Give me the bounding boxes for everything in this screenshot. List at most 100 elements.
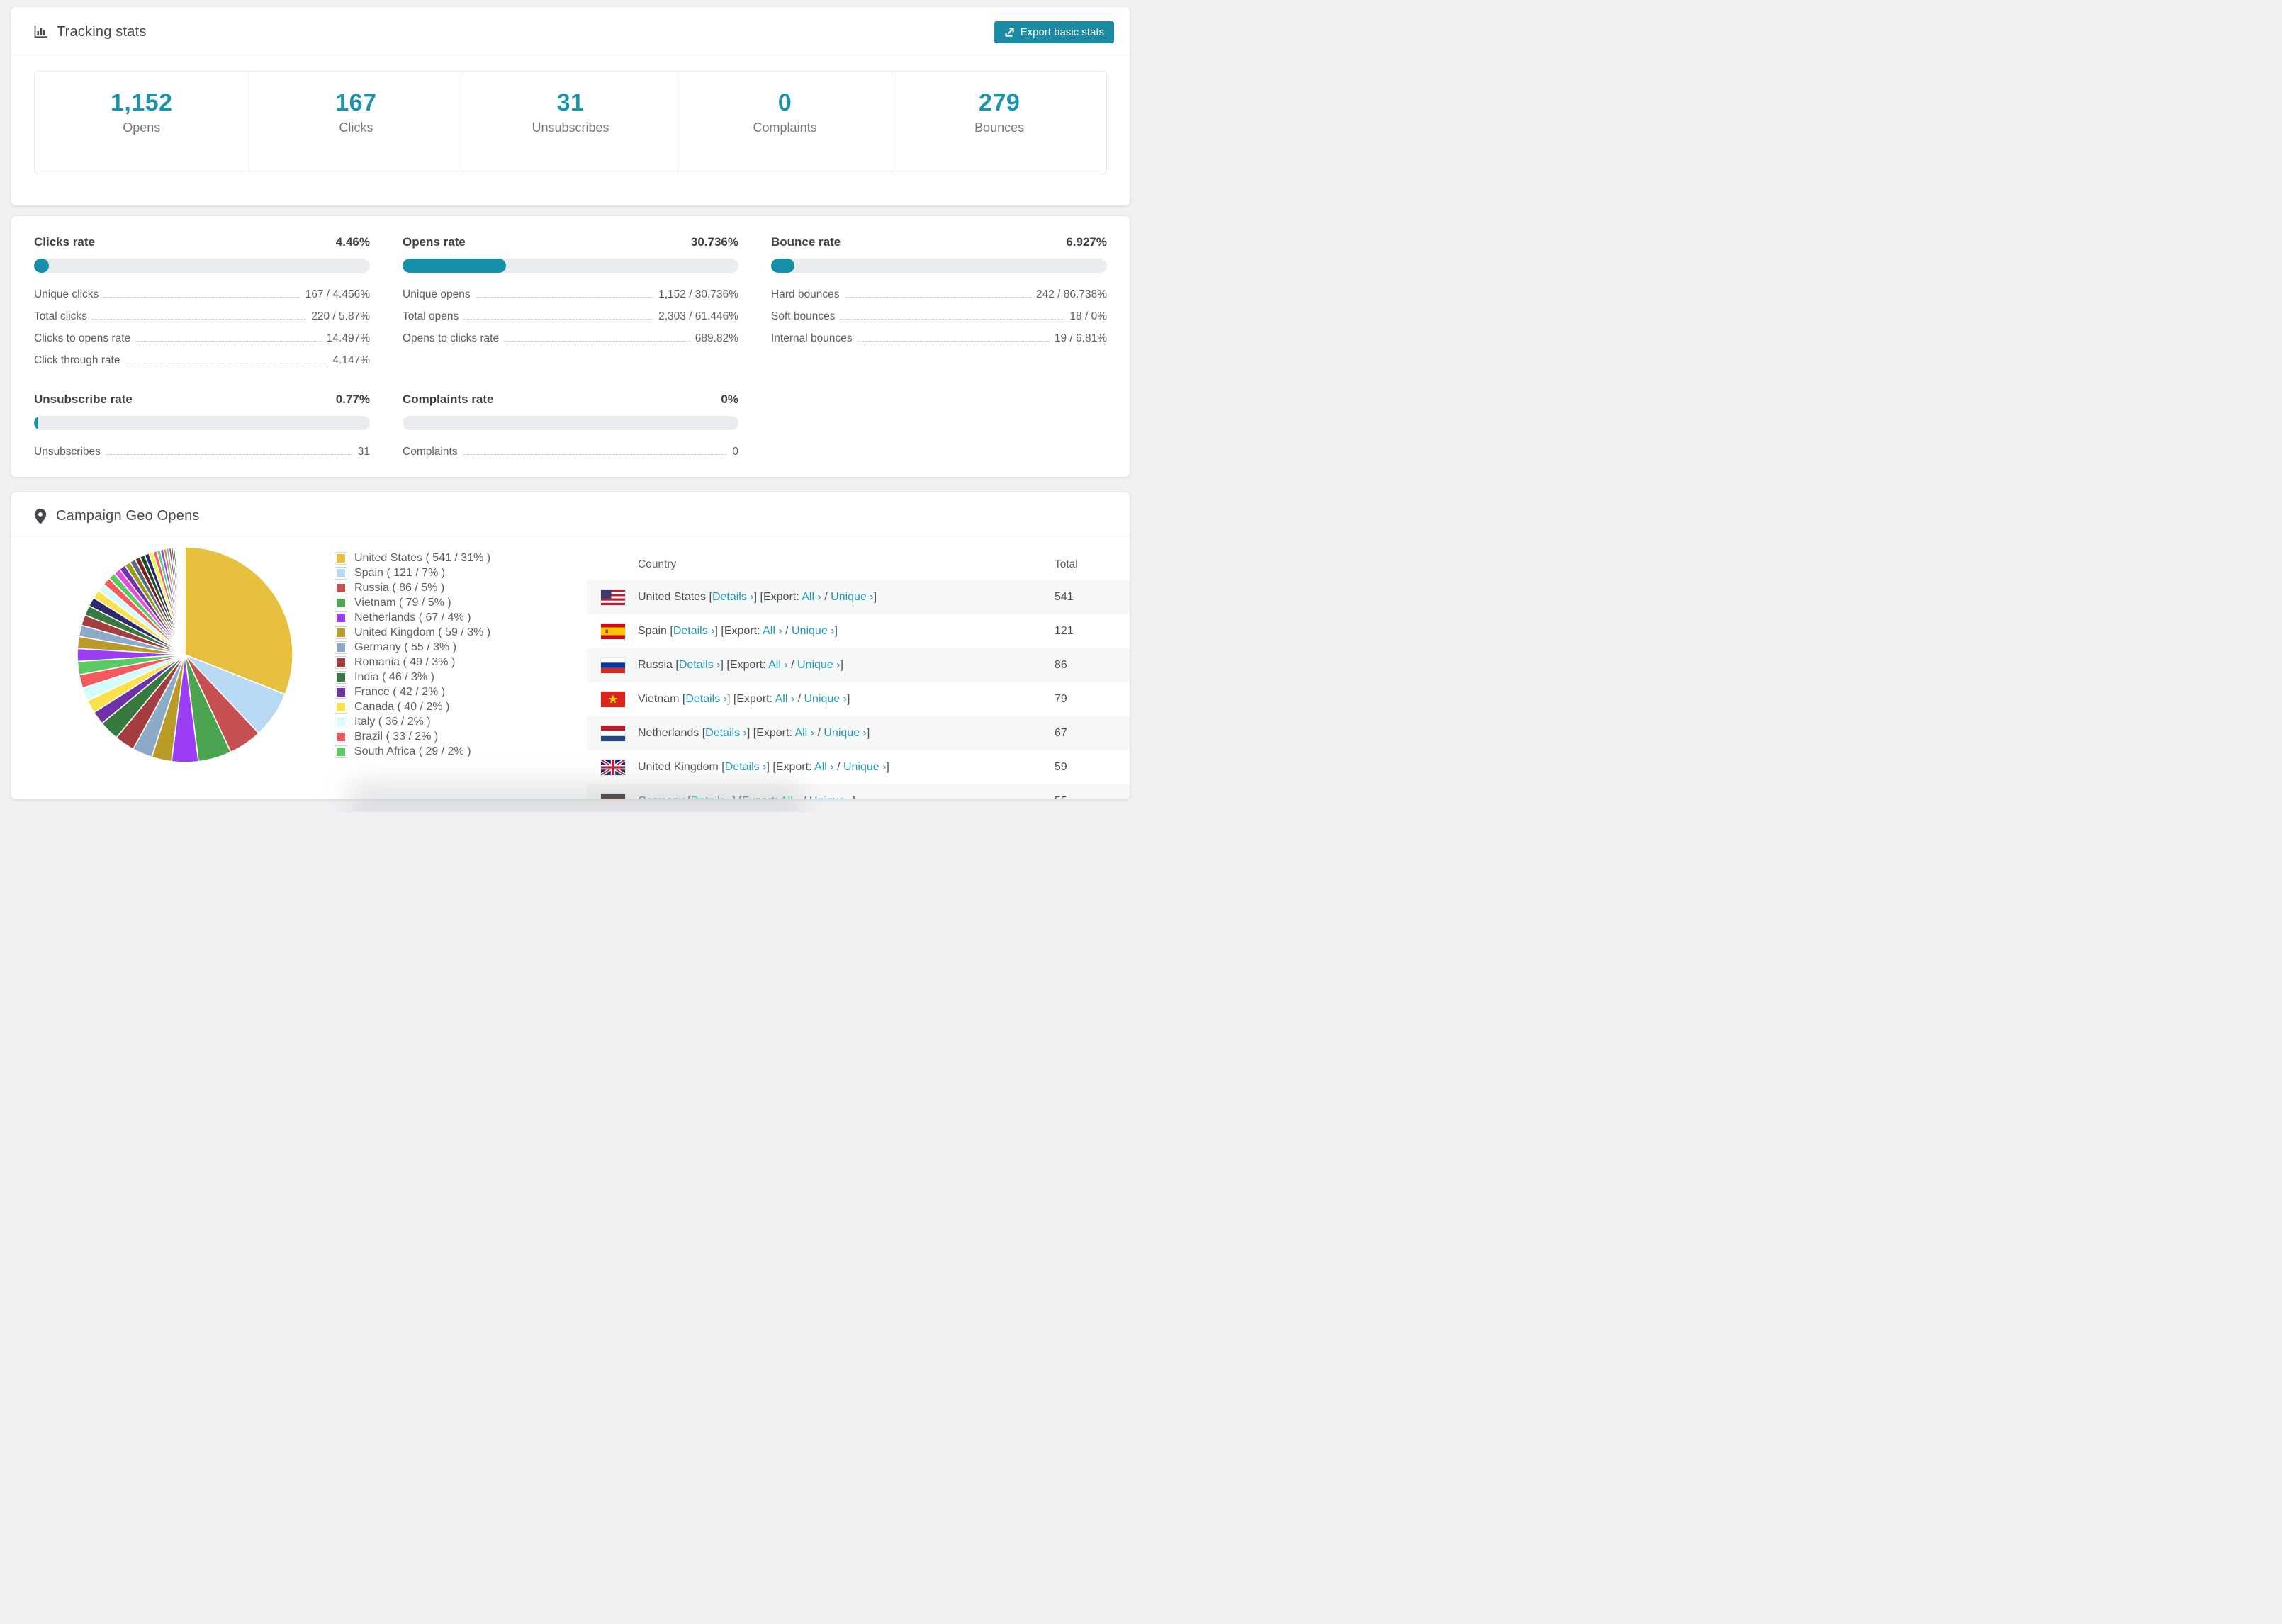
- rate-row-value: 167 / 4.456%: [305, 288, 370, 300]
- rate-row-total-opens: Total opens 2,303 / 61.446%: [403, 305, 738, 327]
- legend-item-france[interactable]: France ( 42 / 2% ): [335, 684, 490, 699]
- legend-item-united-states[interactable]: United States ( 541 / 31% ): [335, 551, 490, 565]
- bracket: ]: [886, 761, 889, 773]
- geo-row-total: 67: [1055, 727, 1067, 739]
- geo-row-country-cell: United States [Details ›] [Export: All ›…: [638, 591, 1055, 604]
- legend-swatch: [335, 730, 347, 743]
- rate-rows: Hard bounces 242 / 86.738% Soft bounces 18 …: [771, 283, 1107, 349]
- legend-swatch: [335, 700, 347, 714]
- bracket: ]: [873, 591, 877, 603]
- legend-label: Spain ( 121 / 7% ): [354, 566, 446, 579]
- geo-table-col-country: Country: [638, 558, 677, 570]
- details-link[interactable]: Details ›: [705, 727, 747, 739]
- legend-label: Canada ( 40 / 2% ): [354, 700, 450, 713]
- rate-block-header: Clicks rate 4.46%: [34, 235, 370, 249]
- legend-label: India ( 46 / 3% ): [354, 670, 434, 683]
- geo-row-country-cell: Russia [Details ›] [Export: All › / Uniq…: [638, 659, 1055, 672]
- legend-swatch: [335, 685, 347, 699]
- geo-table-row-netherlands: Netherlands [Details ›] [Export: All › /…: [587, 716, 1130, 750]
- slash: /: [814, 727, 824, 739]
- export-all-link[interactable]: All ›: [814, 761, 834, 773]
- dotted-leader: [105, 453, 353, 455]
- legend-swatch: [335, 641, 347, 654]
- geo-title-text: Campaign Geo Opens: [56, 508, 200, 524]
- rate-block-title: Bounce rate: [771, 235, 841, 249]
- geo-pie-chart[interactable]: [72, 542, 298, 767]
- rates-card: Clicks rate 4.46% Unique clicks 167 / 4.456…: [11, 216, 1130, 477]
- export-all-link[interactable]: All ›: [775, 693, 795, 705]
- legend-item-spain[interactable]: Spain ( 121 / 7% ): [335, 565, 490, 580]
- legend-item-germany[interactable]: Germany ( 55 / 3% ): [335, 640, 490, 655]
- country-name: Netherlands: [638, 727, 702, 739]
- export-unique-link[interactable]: Unique ›: [831, 591, 873, 603]
- details-link[interactable]: Details ›: [679, 659, 721, 671]
- stat-label-clicks: Clicks: [339, 120, 373, 135]
- export-unique-link[interactable]: Unique ›: [843, 761, 886, 773]
- stat-unsubscribes: 31 Unsubscribes: [463, 72, 678, 174]
- legend-swatch: [335, 551, 347, 565]
- export-all-link[interactable]: All ›: [802, 591, 821, 603]
- geo-row-country-cell: Netherlands [Details ›] [Export: All › /…: [638, 727, 1055, 740]
- stat-bounces: 279 Bounces: [892, 72, 1106, 174]
- export-unique-link[interactable]: Unique ›: [797, 659, 840, 671]
- details-link[interactable]: Details ›: [712, 591, 754, 603]
- rate-block-value: 0.77%: [335, 393, 370, 406]
- stat-value-unsubscribes: 31: [556, 89, 585, 116]
- export-prefix: Export:: [763, 591, 802, 603]
- legend-item-india[interactable]: India ( 46 / 3% ): [335, 670, 490, 684]
- progress-bar-unsubscribe-rate: [34, 416, 370, 430]
- export-prefix: Export:: [756, 727, 795, 739]
- country-name: United Kingdom: [638, 761, 722, 773]
- rate-row-total-clicks: Total clicks 220 / 5.87%: [34, 305, 370, 327]
- country-name: Spain: [638, 625, 670, 637]
- legend-item-brazil[interactable]: Brazil ( 33 / 2% ): [335, 729, 490, 744]
- details-link[interactable]: Details ›: [673, 625, 715, 637]
- rate-row-label: Soft bounces: [771, 310, 836, 322]
- legend-label: Brazil ( 33 / 2% ): [354, 730, 439, 743]
- geo-row-total: 541: [1055, 591, 1074, 603]
- rate-block-value: 0%: [721, 393, 738, 406]
- rate-block-title: Clicks rate: [34, 235, 95, 249]
- rate-row-label: Complaints: [403, 445, 458, 458]
- export-all-link[interactable]: All ›: [763, 625, 782, 637]
- legend-label: Germany ( 55 / 3% ): [354, 641, 457, 653]
- legend-swatch: [335, 745, 347, 758]
- legend-item-russia[interactable]: Russia ( 86 / 5% ): [335, 580, 490, 595]
- legend-item-romania[interactable]: Romania ( 49 / 3% ): [335, 655, 490, 670]
- geo-table: Country Total United States [Details ›] …: [587, 549, 1130, 799]
- legend-item-south-africa[interactable]: South Africa ( 29 / 2% ): [335, 744, 490, 759]
- export-unique-link[interactable]: Unique ›: [804, 693, 847, 705]
- export-basic-stats-button[interactable]: Export basic stats: [994, 21, 1114, 43]
- dotted-leader: [103, 296, 300, 298]
- geo-table-rows: United States [Details ›] [Export: All ›…: [587, 580, 1130, 799]
- details-link[interactable]: Details ›: [685, 693, 727, 705]
- details-link[interactable]: Details ›: [725, 761, 767, 773]
- export-unique-link[interactable]: Unique ›: [824, 727, 866, 739]
- country-name: Vietnam: [638, 693, 682, 705]
- export-unique-link[interactable]: Unique ›: [809, 795, 852, 799]
- rate-row-label: Click through rate: [34, 354, 120, 366]
- export-prefix: Export:: [729, 659, 769, 671]
- flag-de-icon: [601, 794, 625, 799]
- geo-row-total: 55: [1055, 795, 1130, 799]
- legend-label: Netherlands ( 67 / 4% ): [354, 611, 471, 624]
- geo-header: Campaign Geo Opens: [11, 492, 1130, 536]
- legend-item-canada[interactable]: Canada ( 40 / 2% ): [335, 699, 490, 714]
- geo-row-total: 86: [1055, 659, 1067, 671]
- export-prefix: Export:: [742, 795, 780, 799]
- legend-item-vietnam[interactable]: Vietnam ( 79 / 5% ): [335, 595, 490, 610]
- details-link[interactable]: Details ›: [691, 795, 733, 799]
- rate-rows: Unsubscribes 31: [34, 441, 370, 463]
- export-all-link[interactable]: All ›: [780, 795, 800, 799]
- export-unique-link[interactable]: Unique ›: [792, 625, 834, 637]
- rate-block-opens-rate: Opens rate 30.736% Unique opens 1,152 / 30.…: [403, 235, 738, 371]
- export-all-link[interactable]: All ›: [768, 659, 788, 671]
- legend-item-netherlands[interactable]: Netherlands ( 67 / 4% ): [335, 610, 490, 625]
- progress-bar-bounce-rate: [771, 259, 1107, 273]
- legend-swatch: [335, 626, 347, 639]
- bracket: ] [: [714, 625, 724, 637]
- legend-item-italy[interactable]: Italy ( 36 / 2% ): [335, 714, 490, 729]
- legend-item-united-kingdom[interactable]: United Kingdom ( 59 / 3% ): [335, 625, 490, 640]
- stat-clicks: 167 Clicks: [248, 72, 463, 174]
- export-all-link[interactable]: All ›: [794, 727, 814, 739]
